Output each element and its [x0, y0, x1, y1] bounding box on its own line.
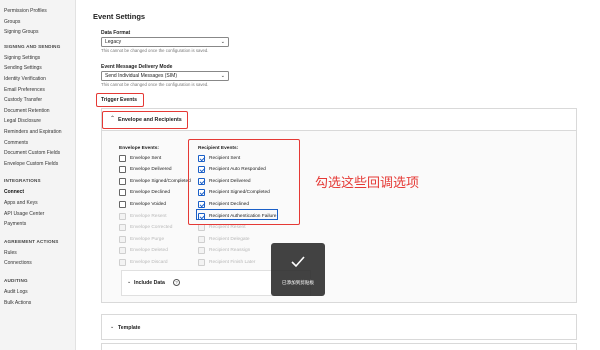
- sidebar-item[interactable]: Envelope Custom Fields: [4, 161, 58, 167]
- sidebar-heading: SIGNING AND SENDING: [4, 43, 61, 49]
- sidebar-heading: AGREEMENT ACTIONS: [4, 238, 59, 244]
- sidebar-item[interactable]: Document Retention: [4, 108, 50, 114]
- main-content: Event Settings Data Format Legacy ⌄ This…: [76, 0, 600, 350]
- chevron-down-icon: ⌄: [110, 324, 115, 330]
- sidebar-item[interactable]: Permission Profiles: [4, 8, 47, 14]
- event-label: Recipient Reassign: [209, 248, 251, 254]
- event-label: Envelope Deleted: [130, 248, 168, 254]
- clipboard-toast: 已添加到剪贴板: [271, 243, 325, 296]
- event-checkbox-row: Recipient Delegate: [198, 235, 250, 243]
- panel-header-highlight: [102, 111, 188, 129]
- event-label: Recipient Delegate: [209, 236, 250, 242]
- include-data-label: Include Data: [134, 280, 165, 286]
- event-label: Envelope Delivered: [130, 167, 172, 173]
- sidebar-heading: INTEGRATIONS: [4, 178, 41, 184]
- sidebar-item[interactable]: API Usage Center: [4, 211, 44, 217]
- event-label: Envelope Resent: [130, 213, 167, 219]
- chevron-down-icon: ⌄: [220, 39, 225, 45]
- checkbox: [198, 235, 205, 243]
- event-label: Recipient Resent: [209, 225, 246, 231]
- checkbox[interactable]: [119, 200, 126, 208]
- sidebar-item[interactable]: Sending Settings: [4, 65, 42, 71]
- checkbox: [119, 258, 126, 266]
- checkbox: [198, 258, 205, 266]
- page-title: Event Settings: [93, 12, 146, 21]
- chevron-down-icon: ⌄: [127, 279, 132, 285]
- sidebar-item[interactable]: Legal Disclosure: [4, 118, 41, 124]
- sidebar-item[interactable]: Rules: [4, 250, 17, 256]
- sidebar-item[interactable]: Connections: [4, 260, 32, 266]
- data-format-value: Legacy: [105, 39, 122, 45]
- event-checkbox-row[interactable]: Envelope Declined: [119, 189, 170, 197]
- sidebar-item[interactable]: Email Preferences: [4, 87, 45, 93]
- checkbox: [119, 247, 126, 255]
- sidebar-item[interactable]: Payments: [4, 221, 26, 227]
- event-label: Envelope Voided: [130, 201, 167, 207]
- checkbox[interactable]: [119, 177, 126, 185]
- event-label: Envelope Corrected: [130, 225, 173, 231]
- delivery-mode-select[interactable]: Send Individual Messages (SIM) ⌄: [101, 71, 229, 81]
- event-label: Envelope Discard: [130, 259, 168, 265]
- checkbox[interactable]: [119, 189, 126, 197]
- sidebar-item[interactable]: Signing Groups: [4, 29, 38, 35]
- data-format-label: Data Format: [101, 30, 131, 36]
- checkbox: [198, 247, 205, 255]
- template-label: Template: [118, 325, 141, 331]
- event-label: Recipient Finish Later: [209, 259, 256, 265]
- sidebar-item[interactable]: Comments: [4, 140, 28, 146]
- event-label: Envelope Purge: [130, 236, 165, 242]
- sidebar-item[interactable]: Reminders and Expiration: [4, 129, 62, 135]
- event-checkbox-row: Recipient Reassign: [198, 247, 250, 255]
- event-label: Envelope Signed/Completed: [130, 178, 191, 184]
- sidebar-item[interactable]: Document Custom Fields: [4, 150, 60, 156]
- sidebar-item[interactable]: Custody Transfer: [4, 97, 42, 103]
- sidebar: Permission Profiles Groups Signing Groups S…: [0, 0, 76, 350]
- template-section[interactable]: ⌄ Template: [101, 314, 577, 340]
- sidebar-item[interactable]: Identity Verification: [4, 76, 46, 82]
- checkbox: [119, 224, 126, 232]
- event-checkbox-row[interactable]: Envelope Voided: [119, 200, 166, 208]
- sidebar-item[interactable]: Bulk Actions: [4, 300, 31, 306]
- data-format-hint: This cannot be changed once the configur…: [101, 48, 209, 53]
- event-label: Envelope Declined: [130, 190, 171, 196]
- sidebar-item[interactable]: Signing Settings: [4, 55, 40, 61]
- delivery-mode-value: Send Individual Messages (SIM): [105, 73, 177, 79]
- checkbox[interactable]: [119, 166, 126, 174]
- chevron-down-icon: ⌄: [220, 73, 225, 79]
- event-checkbox-row: Envelope Deleted: [119, 247, 168, 255]
- checkbox: [119, 212, 126, 220]
- data-format-select[interactable]: Legacy ⌄: [101, 37, 229, 47]
- event-checkbox-row[interactable]: Envelope Sent: [119, 154, 161, 162]
- event-checkbox-row: Envelope Discard: [119, 258, 168, 266]
- delivery-mode-hint: This cannot be changed once the configur…: [101, 82, 209, 87]
- next-section: [101, 343, 577, 350]
- delivery-mode-label: Event Message Delivery Mode: [101, 64, 173, 70]
- sidebar-item[interactable]: Apps and Keys: [4, 200, 38, 206]
- sidebar-item[interactable]: Groups: [4, 19, 20, 25]
- event-checkbox-row: Envelope Resent: [119, 212, 167, 220]
- checkbox: [198, 224, 205, 232]
- sidebar-heading: AUDITING: [4, 278, 28, 283]
- recipient-events-highlight: [188, 139, 300, 225]
- envelope-events-title: Envelope Events:: [119, 146, 159, 151]
- event-checkbox-row[interactable]: Envelope Delivered: [119, 166, 172, 174]
- checkbox: [119, 235, 126, 243]
- event-checkbox-row: Envelope Purge: [119, 235, 164, 243]
- sidebar-item[interactable]: Audit Logs: [4, 289, 28, 295]
- event-label: Envelope Sent: [130, 155, 162, 161]
- trigger-events-label: Trigger Events: [101, 97, 138, 103]
- sidebar-item[interactable]: Connect: [4, 189, 24, 195]
- check-icon: [291, 256, 305, 268]
- toast-text: 已添加到剪贴板: [281, 281, 315, 286]
- annotation-text: 勾选这些回调选项: [315, 176, 420, 191]
- checkbox[interactable]: [119, 154, 126, 162]
- event-checkbox-row: Envelope Corrected: [119, 224, 172, 232]
- event-checkbox-row[interactable]: Envelope Signed/Completed: [119, 177, 191, 185]
- event-checkbox-row: Recipient Finish Later: [198, 258, 255, 266]
- help-icon[interactable]: ?: [173, 278, 180, 286]
